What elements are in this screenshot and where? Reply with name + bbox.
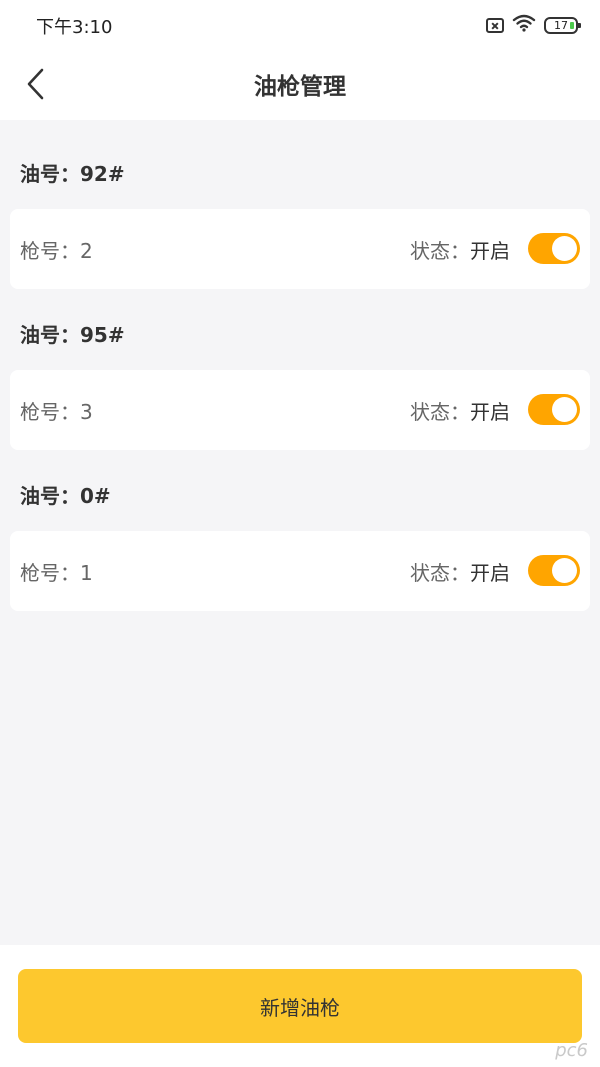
status-key: 状态： [410, 400, 470, 424]
battery-fill [570, 21, 574, 29]
status-time: 下午3:10 [36, 17, 113, 38]
watermark-logo: pc6 [555, 1040, 588, 1061]
status-icons: 17 [486, 14, 581, 36]
status-label: 状态：开启 [410, 396, 510, 425]
gun-card: 枪号：3 状态：开启 [10, 370, 590, 450]
status-label: 状态：开启 [410, 557, 510, 586]
gun-card: 枪号：1 状态：开启 [10, 531, 590, 611]
gun-card: 枪号：2 状态：开启 [10, 209, 590, 289]
toggle-knob [552, 397, 577, 422]
oil-type-title: 油号：92# [20, 162, 125, 186]
back-button[interactable] [18, 66, 54, 102]
wifi-icon [512, 14, 536, 36]
oil-type-title: 油号：0# [20, 484, 111, 508]
status-value: 开启 [470, 400, 510, 424]
gun-number-label: 枪号：2 [20, 239, 93, 263]
sim-missing-icon [486, 17, 504, 33]
status-toggle[interactable] [528, 555, 580, 586]
gun-number-label: 枪号：3 [20, 400, 93, 424]
status-value: 开启 [470, 239, 510, 263]
status-toggle[interactable] [528, 394, 580, 425]
status-value: 开启 [470, 561, 510, 585]
status-key: 状态： [410, 239, 470, 263]
battery-level: 17 [554, 18, 568, 32]
nav-bar: 油枪管理 [0, 50, 600, 120]
toggle-knob [552, 558, 577, 583]
add-gun-button[interactable]: 新增油枪 [18, 969, 582, 1043]
toggle-knob [552, 236, 577, 261]
status-toggle[interactable] [528, 233, 580, 264]
gun-number-label: 枪号：1 [20, 561, 93, 585]
chevron-left-icon [27, 68, 44, 100]
oil-type-title: 油号：95# [20, 323, 125, 347]
status-label: 状态：开启 [410, 235, 510, 264]
bottom-bar: 新增油枪 [0, 945, 600, 1067]
page-title: 油枪管理 [254, 74, 346, 100]
battery-icon: 17 [544, 16, 581, 34]
status-key: 状态： [410, 561, 470, 585]
battery-cap [578, 22, 581, 28]
status-bar: 下午3:10 17 [0, 0, 600, 50]
